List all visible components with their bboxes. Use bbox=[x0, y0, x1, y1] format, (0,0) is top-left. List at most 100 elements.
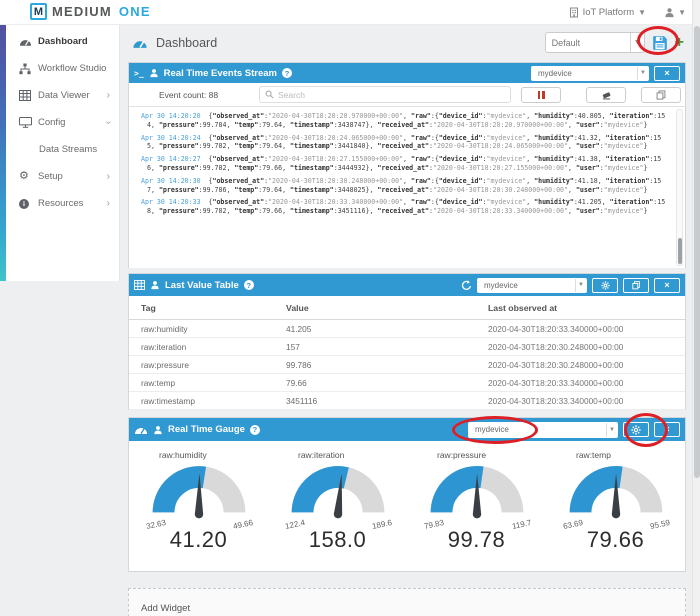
events-device-select-value: mydevice bbox=[538, 68, 572, 78]
table-cell: 79.66 bbox=[286, 377, 307, 388]
gears-icon: ⚙ bbox=[19, 170, 29, 182]
dashboard-title-row: Dashboard Default ▼ + bbox=[120, 25, 692, 61]
user-icon bbox=[149, 69, 158, 78]
column-header: Tag bbox=[141, 302, 156, 313]
sidebar-item-data-viewer[interactable]: Data Viewer › bbox=[6, 82, 119, 109]
gauge-raw-pressure: raw:pressure 79.83 119.7 99.78 bbox=[407, 441, 546, 572]
table-cell: raw:humidity bbox=[141, 323, 188, 334]
gauge-close-button[interactable]: × bbox=[654, 422, 680, 437]
table-cell: 157 bbox=[286, 341, 300, 352]
sidebar-item-label: Setup bbox=[38, 171, 63, 182]
platform-label: IoT Platform bbox=[582, 7, 635, 18]
add-dashboard-button[interactable]: + bbox=[675, 34, 684, 51]
table-cell: raw:iteration bbox=[141, 341, 187, 352]
chevron-right-icon: › bbox=[106, 198, 110, 209]
medium-one-logo[interactable]: M MEDIUM ONE bbox=[30, 3, 151, 20]
sidebar: Dashboard Workflow Studio Data Viewer › Conf… bbox=[6, 25, 120, 281]
pause-stream-button[interactable] bbox=[521, 87, 561, 103]
sidebar-item-resources[interactable]: i Resources › bbox=[6, 190, 119, 217]
events-search-box bbox=[259, 86, 511, 103]
table-close-button[interactable]: × bbox=[654, 277, 680, 293]
log-entry: Apr 30 14:20:24 {"observed_at":"2020-04-… bbox=[141, 133, 662, 151]
user-icon bbox=[151, 281, 159, 290]
user-menu[interactable]: ▼ bbox=[664, 7, 686, 18]
page-scrollbar[interactable] bbox=[692, 0, 700, 616]
events-log-entries: Apr 30 14:20:20 {"observed_at":"2020-04-… bbox=[141, 112, 669, 216]
help-icon[interactable]: ? bbox=[282, 68, 292, 78]
logo-word-medium: MEDIUM bbox=[52, 4, 112, 19]
gauge-icon bbox=[19, 37, 38, 47]
help-icon[interactable]: ? bbox=[243, 280, 254, 290]
gauge-value: 41.20 bbox=[169, 527, 228, 552]
gauge-row: raw:humidity 32.63 49.66 41.20 raw:iteration… bbox=[129, 441, 685, 572]
gauge-device-select-value: mydevice bbox=[475, 425, 509, 434]
gear-icon bbox=[631, 424, 641, 435]
gauge-label: raw:iteration bbox=[298, 450, 345, 460]
copy-icon bbox=[656, 90, 666, 100]
gauge-device-select[interactable]: mydevice ▼ bbox=[468, 421, 618, 438]
pause-icon bbox=[537, 91, 545, 99]
gauge-widget: Real Time Gauge ? mydevice ▼ × raw:humid… bbox=[128, 417, 686, 572]
table-device-select[interactable]: mydevice ▼ bbox=[477, 277, 587, 293]
table-cell: 2020-04-30T18:20:33.340000+00:00 bbox=[488, 377, 624, 388]
save-dashboard-button[interactable] bbox=[652, 35, 668, 51]
scrollbar-thumb[interactable] bbox=[694, 26, 700, 478]
gauge-raw-temp: raw:temp 63.69 95.59 79.66 bbox=[546, 441, 685, 572]
gauge-icon bbox=[132, 38, 148, 49]
dashboard-select[interactable]: Default ▼ bbox=[544, 32, 645, 53]
events-log[interactable]: Apr 30 14:20:20 {"observed_at":"2020-04-… bbox=[129, 107, 685, 268]
sidebar-item-dashboard[interactable]: Dashboard bbox=[6, 28, 119, 55]
gauge-widget-header: Real Time Gauge ? mydevice ▼ × bbox=[129, 418, 685, 441]
events-log-scrollbar[interactable] bbox=[676, 109, 683, 266]
monitor-icon bbox=[19, 117, 38, 128]
table-export-button[interactable] bbox=[623, 277, 649, 293]
chevron-down-icon: ▼ bbox=[629, 33, 644, 52]
sidebar-item-setup[interactable]: ⚙ Setup › bbox=[6, 163, 119, 190]
events-device-select[interactable]: mydevice ▼ bbox=[531, 65, 649, 81]
sidebar-nav: Dashboard Workflow Studio Data Viewer › Conf… bbox=[6, 28, 119, 217]
terminal-icon: >_ bbox=[134, 68, 144, 78]
table-settings-button[interactable] bbox=[592, 277, 618, 293]
events-close-button[interactable]: × bbox=[654, 65, 680, 81]
user-icon bbox=[665, 8, 674, 18]
widget-title: Real Time Gauge bbox=[168, 424, 245, 435]
sidebar-item-workflow-studio[interactable]: Workflow Studio bbox=[6, 55, 119, 82]
table-cell: 2020-04-30T18:20:30.248000+00:00 bbox=[488, 359, 624, 370]
table-row: raw:timestamp 3451116 2020-04-30T18:20:33.… bbox=[129, 392, 685, 410]
gauge-label: raw:pressure bbox=[437, 450, 487, 460]
widget-title: Real Time Events Stream bbox=[163, 67, 277, 79]
table-row: raw:humidity 41.205 2020-04-30T18:20:33.34… bbox=[129, 320, 685, 338]
table-cell: 2020-04-30T18:20:33.340000+00:00 bbox=[488, 395, 624, 406]
gauge-settings-button[interactable] bbox=[623, 422, 649, 437]
refresh-button[interactable] bbox=[461, 279, 472, 291]
table-cell: 41.205 bbox=[286, 323, 312, 334]
gear-icon bbox=[600, 280, 610, 290]
gauge-value: 79.66 bbox=[586, 527, 645, 552]
sidebar-item-data-streams[interactable]: Data Streams bbox=[6, 136, 119, 163]
scrollbar-thumb[interactable] bbox=[677, 238, 682, 264]
event-count: Event count: 88 bbox=[159, 90, 219, 100]
logo-word-one: ONE bbox=[118, 4, 151, 19]
copy-stream-button[interactable] bbox=[641, 87, 681, 103]
log-entry: Apr 30 14:20:20 {"observed_at":"2020-04-… bbox=[141, 112, 666, 129]
platform-menu[interactable]: IoT Platform ▼ bbox=[569, 7, 647, 18]
sidebar-item-config[interactable]: Config › bbox=[6, 109, 119, 136]
sidebar-item-label: Data Viewer bbox=[38, 90, 90, 101]
chevron-down-icon: ▼ bbox=[638, 8, 647, 17]
page-title: Dashboard bbox=[156, 36, 218, 50]
gauge-label: raw:humidity bbox=[159, 450, 207, 460]
dashboard-controls: Default ▼ + bbox=[544, 32, 684, 53]
help-icon[interactable]: ? bbox=[249, 424, 260, 435]
table-row: raw:temp 79.66 2020-04-30T18:20:33.340000+… bbox=[129, 374, 685, 392]
sidebar-accent-strip bbox=[0, 25, 6, 281]
log-entry: Apr 30 14:20:30 {"observed_at":"2020-04-… bbox=[141, 176, 662, 194]
user-icon bbox=[154, 425, 162, 434]
clear-stream-button[interactable] bbox=[586, 87, 626, 103]
events-stream-widget: >_ Real Time Events Stream ? mydevice ▼ … bbox=[128, 62, 686, 268]
gauge-arc bbox=[546, 463, 685, 520]
widget-title: Last Value Table bbox=[165, 279, 239, 291]
table-row: raw:pressure 99.786 2020-04-30T18:20:30.24… bbox=[129, 356, 685, 374]
eraser-icon bbox=[602, 91, 610, 99]
events-search-input[interactable] bbox=[278, 89, 505, 100]
add-widget-area[interactable]: Add Widget bbox=[128, 588, 686, 616]
